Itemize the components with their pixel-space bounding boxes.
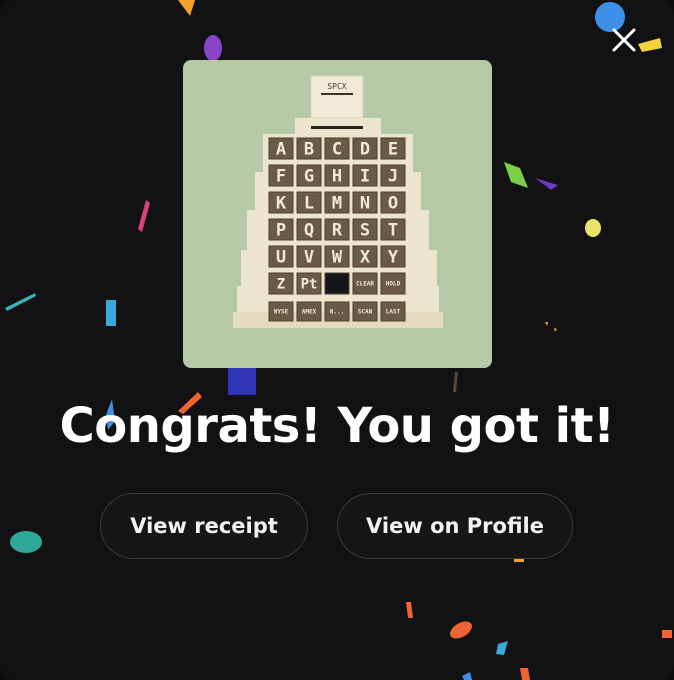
key-c-label: C: [332, 140, 342, 160]
key-a-label: A: [276, 140, 286, 160]
success-dialog: SPCX A B C D E F G H I J K L M N O P Q R S T U V W X Y Z Pt CLEAR HO…: [0, 0, 674, 680]
stock-machine-illustration: SPCX A B C D E F G H I J K L M N O P Q R S T U V W X Y Z Pt CLEAR HO…: [233, 75, 443, 328]
key-x-label: X: [360, 248, 371, 268]
key-k-label: K: [276, 194, 287, 214]
key-w-label: W: [332, 248, 343, 268]
key-i-label: I: [360, 167, 370, 187]
key-s-label: S: [360, 221, 370, 241]
key-row6-1-label: Pt: [301, 277, 318, 293]
key-f-label: F: [276, 167, 286, 187]
nft-artwork: SPCX A B C D E F G H I J K L M N O P Q R S T U V W X Y Z Pt CLEAR HO…: [183, 60, 492, 368]
key-row7-4-label: LAST: [386, 309, 401, 316]
key-y-label: Y: [388, 248, 399, 268]
key-m-label: M: [332, 194, 342, 214]
key-r-label: R: [332, 221, 343, 241]
key-row6-3-label: CLEAR: [356, 281, 374, 288]
view-receipt-button[interactable]: View receipt: [100, 493, 308, 559]
key-g-label: G: [304, 167, 314, 187]
key-j-label: J: [388, 167, 398, 187]
key-t-label: T: [388, 221, 398, 241]
key-n-label: N: [360, 194, 370, 214]
key-h-label: H: [332, 167, 342, 187]
key-row7-1-label: AMEX: [302, 309, 317, 316]
key-o-label: O: [388, 194, 398, 214]
page-title: Congrats! You got it!: [59, 398, 615, 454]
key-p-label: P: [276, 221, 286, 241]
key-v-label: V: [304, 248, 314, 268]
key-l-label: L: [304, 194, 314, 214]
key-row6-2: [324, 272, 350, 295]
key-row6-0-label: Z: [277, 277, 285, 293]
ticker-label: SPCX: [327, 82, 346, 91]
key-grid: A B C D E F G H I J K L M N O P Q R S T U V W X Y Z Pt CLEAR HOLD NYS…: [268, 137, 406, 322]
key-e-label: E: [388, 140, 398, 160]
key-row7-3-label: SCAN: [358, 309, 373, 316]
close-icon: [612, 28, 636, 52]
key-d-label: D: [360, 140, 370, 160]
key-row7-0-label: NYSE: [274, 309, 289, 316]
key-b-label: B: [304, 140, 314, 160]
key-q-label: Q: [304, 221, 314, 241]
view-on-profile-button[interactable]: View on Profile: [337, 493, 573, 559]
key-row6-4-label: HOLD: [386, 281, 401, 288]
close-button[interactable]: [608, 24, 640, 56]
key-row7-2-label: N...: [330, 309, 344, 316]
key-u-label: U: [276, 248, 286, 268]
